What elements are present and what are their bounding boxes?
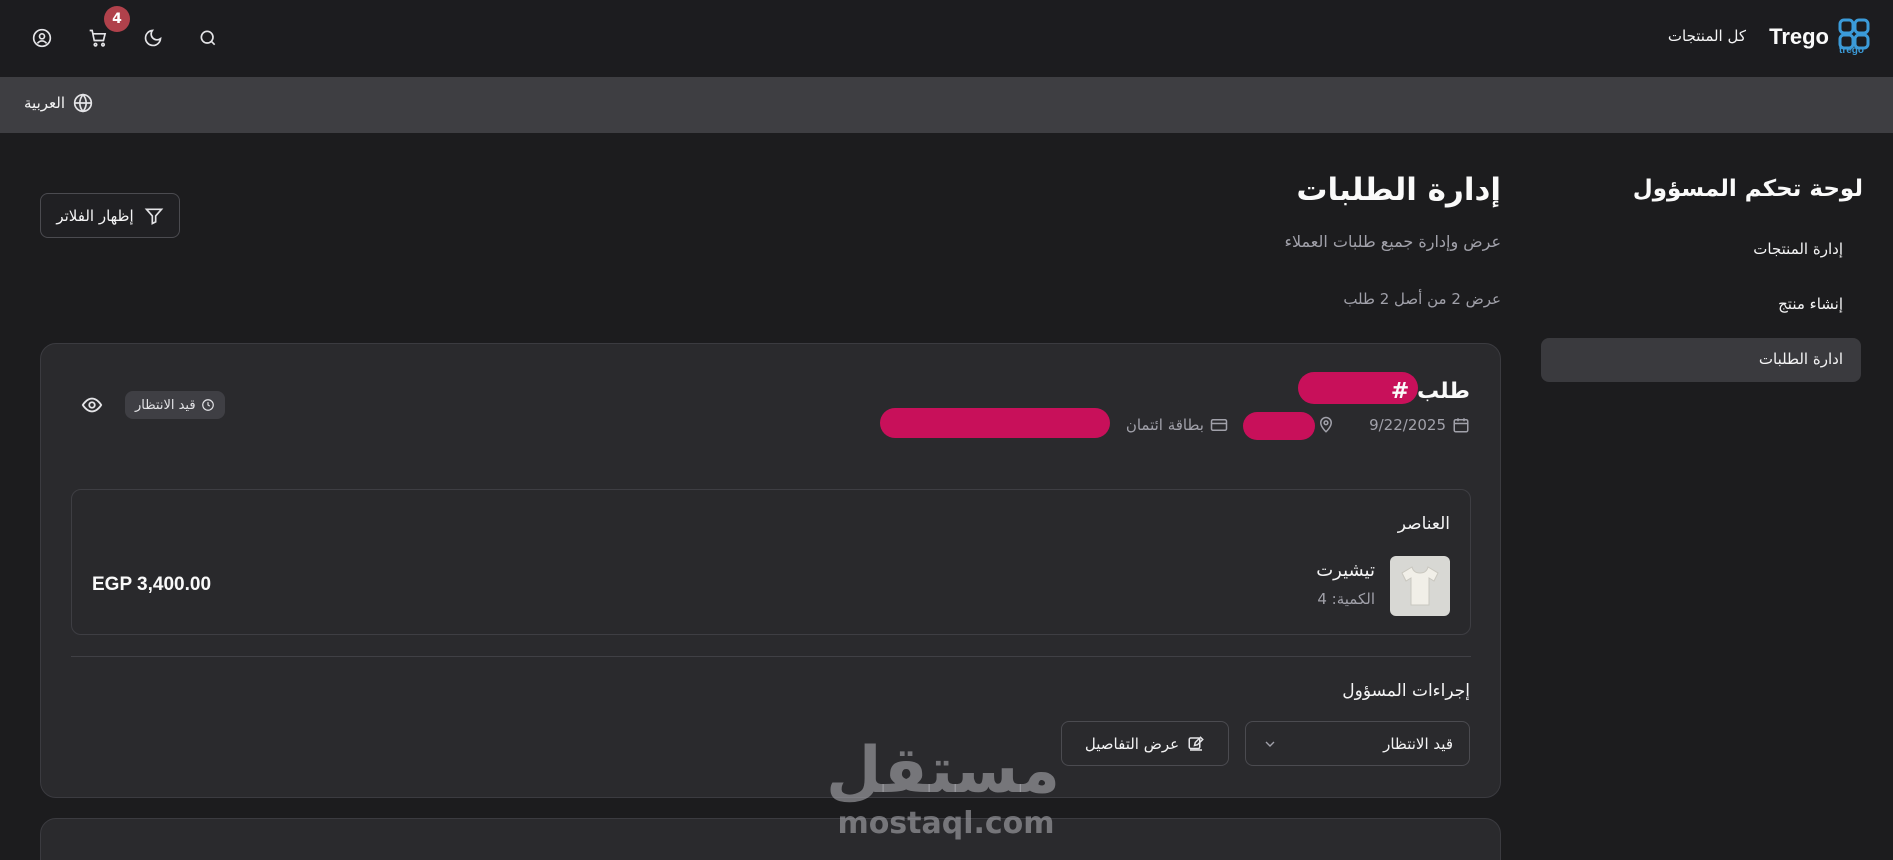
user-icon[interactable]	[24, 20, 60, 56]
order-date-text: 9/22/2025	[1369, 416, 1446, 434]
tshirt-icon	[1401, 566, 1439, 606]
orders-count: عرض 2 من أصل 2 طلب	[1343, 290, 1501, 308]
product-thumbnail[interactable]	[1390, 556, 1450, 616]
page-title: إدارة الطلبات	[1296, 172, 1501, 208]
search-icon[interactable]	[190, 20, 226, 56]
language-label: العربية	[24, 94, 65, 112]
language-switcher[interactable]: العربية	[24, 93, 93, 113]
order-card: طلب # 9/22/2025 بطاقة ائتمان قيد الانتظا…	[40, 343, 1501, 798]
status-select-value: قيد الانتظار	[1383, 734, 1453, 753]
product-price: EGP 3,400.00	[92, 574, 212, 595]
brand-name[interactable]: Trego	[1769, 24, 1829, 50]
chevron-down-icon	[1262, 736, 1278, 752]
watermark-latin: mostaql.com	[837, 806, 1055, 841]
order-title: طلب #	[1390, 379, 1470, 404]
top-navbar: 4 كل المنتجات Trego trego	[0, 0, 1893, 77]
items-label: العناصر	[1397, 514, 1450, 534]
page-subtitle: عرض وإدارة جميع طلبات العملاء	[1284, 232, 1501, 251]
sidebar-item-products[interactable]: إدارة المنتجات	[1753, 240, 1843, 258]
nav-all-products[interactable]: كل المنتجات	[1668, 27, 1746, 45]
show-filters-label: إظهار الفلاتر	[56, 206, 134, 225]
watermark: مستقل mostaql.com	[825, 734, 1060, 841]
watermark-arabic: مستقل	[825, 734, 1060, 808]
show-filters-button[interactable]: إظهار الفلاتر	[40, 193, 180, 238]
status-badge-label: قيد الانتظار	[135, 397, 196, 413]
admin-actions-label: إجراءات المسؤول	[1342, 681, 1470, 701]
divider	[71, 656, 1471, 657]
filter-icon	[144, 206, 164, 226]
view-details-button[interactable]: عرض التفاصيل	[1061, 721, 1229, 766]
brand-logo[interactable]: trego	[1837, 17, 1871, 57]
location-icon	[1317, 416, 1335, 434]
clock-icon	[201, 398, 215, 412]
product-quantity: الكمية: 4	[1317, 590, 1375, 608]
status-select[interactable]: قيد الانتظار	[1245, 721, 1470, 766]
moon-icon[interactable]	[135, 20, 171, 56]
order-payment: بطاقة ائتمان	[1126, 414, 1228, 436]
credit-card-icon	[1210, 416, 1228, 434]
sidebar-item-create-product[interactable]: إنشاء منتج	[1778, 295, 1843, 313]
payment-method: بطاقة ائتمان	[1125, 416, 1204, 434]
status-badge: قيد الانتظار	[125, 391, 225, 419]
globe-icon	[73, 93, 93, 113]
order-location	[1317, 414, 1335, 436]
brand-logo-text: trego	[1839, 45, 1864, 56]
view-details-label: عرض التفاصيل	[1084, 734, 1180, 753]
cart-count-badge: 4	[104, 6, 130, 32]
order-card-second	[40, 818, 1501, 860]
language-bar	[0, 77, 1893, 133]
sidebar-item-orders[interactable]: ادارة الطلبات	[1759, 350, 1843, 368]
redacted-location	[1243, 412, 1315, 440]
sidebar-title: لوحة تحكم المسؤول	[1632, 176, 1863, 202]
product-name: تيشيرت	[1316, 560, 1375, 581]
redacted-email	[880, 408, 1110, 438]
calendar-icon	[1452, 416, 1470, 434]
order-items-box: العناصر تيشيرت الكمية: 4 EGP 3,400.00	[71, 489, 1471, 635]
edit-icon	[1187, 735, 1205, 753]
eye-icon[interactable]	[81, 394, 103, 416]
order-date: 9/22/2025	[1369, 414, 1470, 436]
